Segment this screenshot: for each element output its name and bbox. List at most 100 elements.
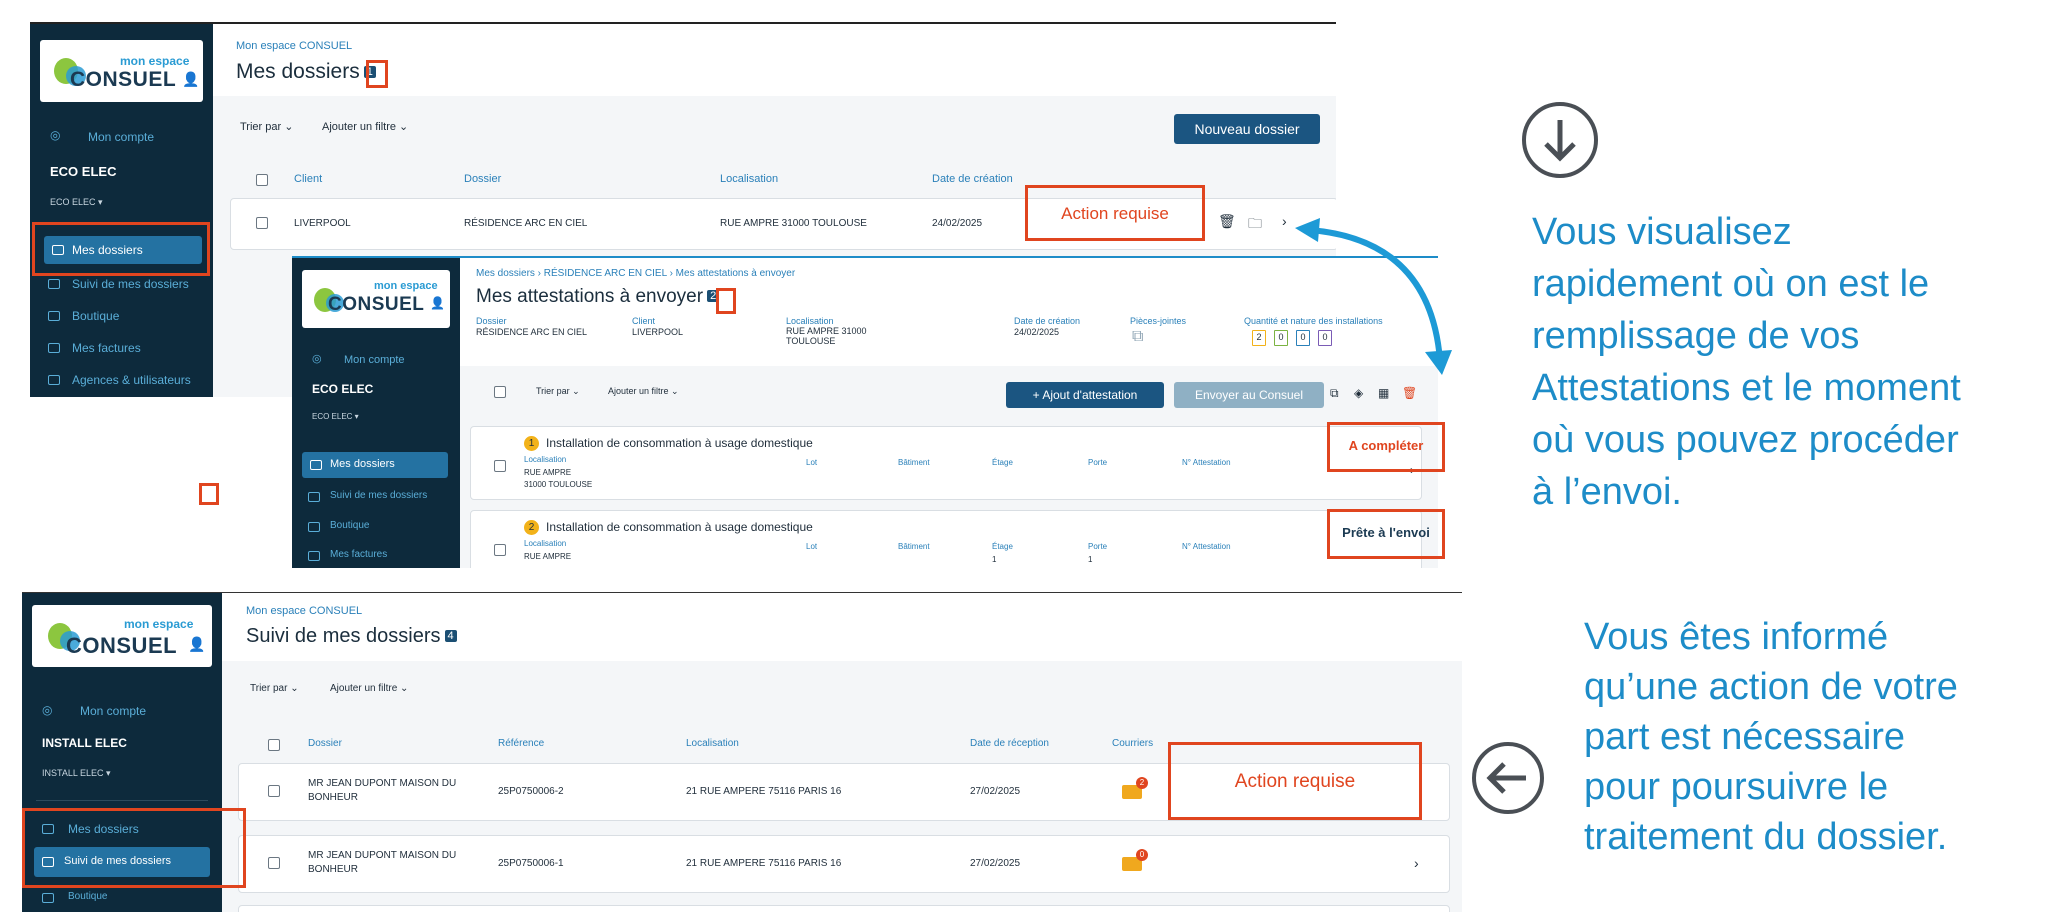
sidebar-company-select[interactable]: ECO ELEC ▾ [50, 197, 103, 208]
sidebar-item-mes-dossiers[interactable]: Mes dossiers [302, 452, 448, 478]
row-reference: 25P0750006-1 [498, 858, 564, 869]
add-attestation-button[interactable]: + Ajout d'attestation [1006, 382, 1164, 408]
status-prete-envoi[interactable]: Prête à l'envoi [1330, 525, 1442, 540]
col-attestation: N° Attestation [1182, 458, 1231, 467]
attachments-icon[interactable]: ⧉ [1132, 328, 1143, 346]
account-icon: ◎ [42, 703, 53, 717]
meta-client-label: Client [632, 316, 656, 326]
user-icon: 👤 [188, 636, 206, 652]
mail-count-badge: 0 [1136, 849, 1148, 861]
user-icon: 👤 [182, 71, 200, 87]
breadcrumb[interactable]: Mon espace CONSUEL [246, 605, 362, 617]
table-row[interactable] [238, 835, 1450, 893]
col-lot: Lot [806, 542, 818, 551]
row-checkbox[interactable] [494, 460, 506, 472]
count-doc-icon: 2 [1252, 330, 1266, 346]
meta-attachments-label: Pièces-jointes [1130, 316, 1187, 326]
col-attestation: N° Attestation [1182, 542, 1231, 551]
send-to-consuel-button[interactable]: Envoyer au Consuel [1174, 382, 1324, 408]
sort-dropdown[interactable]: Trier par ⌄ [536, 386, 580, 397]
sidebar-item-boutique[interactable]: Boutique [68, 891, 107, 902]
filter-dropdown[interactable]: Ajouter un filtre ⌄ [608, 386, 679, 397]
arrow-left-circle-icon [1472, 742, 1544, 814]
consuel-logo: mon espace CONSUEL 👤 [302, 270, 450, 328]
logo-wordmark: CONSUEL [70, 68, 177, 91]
col-date-reception[interactable]: Date de réception [970, 738, 1049, 749]
filter-dropdown[interactable]: Ajouter un filtre ⌄ [330, 683, 408, 694]
sidebar-company-select[interactable]: INSTALL ELEC ▾ [42, 768, 111, 779]
highlight-sidebar-mes-dossiers [32, 222, 210, 276]
chevron-right-icon[interactable]: › [1282, 213, 1287, 229]
row-date: 24/02/2025 [932, 218, 983, 229]
chevron-right-icon[interactable]: › [1414, 855, 1419, 871]
action-required-label: Action requise [1061, 204, 1169, 223]
sidebar-item-boutique[interactable]: Boutique [72, 309, 119, 323]
sidebar-account[interactable]: Mon compte [344, 354, 405, 366]
row-dossier-line1: MR JEAN DUPONT MAISON DU [308, 850, 457, 861]
sidebar-item-boutique[interactable]: Boutique [330, 520, 369, 531]
row-checkbox[interactable] [256, 217, 268, 229]
row-loc-line2: 31000 TOULOUSE [524, 480, 593, 489]
col-localisation[interactable]: Localisation [686, 738, 739, 749]
new-dossier-button[interactable]: Nouveau dossier [1174, 114, 1320, 144]
col-dossier[interactable]: Dossier [464, 173, 501, 185]
sidebar-company: ECO ELEC [50, 164, 117, 179]
col-etage: Étage [992, 542, 1013, 551]
col-dossier[interactable]: Dossier [308, 738, 342, 749]
sidebar-company-select[interactable]: ECO ELEC ▾ [312, 412, 359, 421]
highlight-marker [199, 483, 219, 505]
sort-dropdown[interactable]: Trier par ⌄ [250, 683, 299, 694]
select-all-checkbox[interactable] [268, 739, 280, 751]
row-checkbox[interactable] [494, 544, 506, 556]
panel-mes-attestations: mon espace CONSUEL 👤 ◎ Mon compte ECO EL… [292, 256, 1438, 568]
folder-icon[interactable]: 🗀 [1248, 213, 1262, 237]
sidebar-account[interactable]: Mon compte [88, 130, 154, 144]
logo-wordmark: CONSUEL [66, 633, 178, 658]
col-courriers[interactable]: Courriers [1112, 738, 1153, 749]
meta-date-label: Date de création [1014, 316, 1081, 326]
trash-icon[interactable]: 🗑 [1402, 386, 1417, 400]
meta-dossier-value: RÉSIDENCE ARC EN CIEL [476, 327, 588, 337]
col-client[interactable]: Client [294, 173, 322, 185]
col-reference[interactable]: Référence [498, 738, 544, 749]
sidebar-company: ECO ELEC [312, 382, 374, 396]
select-all-checkbox[interactable] [256, 174, 268, 186]
col-lot: Lot [806, 458, 818, 467]
account-icon: ◎ [312, 353, 322, 365]
row-loc-line1: RUE AMPRE [524, 552, 572, 561]
row-dossier: RÉSIDENCE ARC EN CIEL [464, 218, 588, 229]
col-date[interactable]: Date de création [932, 173, 1013, 185]
select-all-checkbox[interactable] [494, 386, 506, 398]
col-localisation[interactable]: Localisation [720, 173, 778, 185]
sidebar-item-factures[interactable]: Mes factures [72, 341, 141, 355]
row-loc-label: Localisation [524, 539, 567, 548]
sidebar-item-factures[interactable]: Mes factures [330, 549, 387, 560]
copy-icon[interactable]: ⧉ [1330, 386, 1339, 401]
status-a-completer[interactable]: A compléter [1330, 438, 1442, 453]
logo-wordmark: CONSUEL [328, 294, 425, 315]
sidebar-item-suivi[interactable]: Suivi de mes dossiers [72, 277, 189, 291]
sidebar-company: INSTALL ELEC [42, 736, 127, 750]
row-number-badge: 2 [524, 520, 539, 535]
folder-icon [310, 460, 322, 470]
col-porte: Porte [1088, 458, 1108, 467]
trash-icon[interactable]: 🗑 [1218, 213, 1236, 230]
tracking-icon [48, 279, 60, 289]
filter-dropdown[interactable]: Ajouter un filtre ⌄ [322, 120, 408, 133]
breadcrumb[interactable]: Mon espace CONSUEL [236, 40, 352, 52]
step-badge: 4 [444, 630, 457, 642]
sidebar-item-suivi[interactable]: Suivi de mes dossiers [330, 490, 427, 501]
row-checkbox[interactable] [268, 857, 280, 869]
row-checkbox[interactable] [268, 785, 280, 797]
table-icon[interactable]: ▦ [1378, 386, 1389, 400]
explanation-text-1: Vous visualisez rapidement où on est le re… [1532, 211, 1961, 513]
breadcrumb[interactable]: Mes dossiers › RÉSIDENCE ARC EN CIEL › M… [476, 268, 795, 279]
layers-icon[interactable]: ◈ [1354, 386, 1363, 400]
sidebar-account[interactable]: Mon compte [80, 704, 146, 718]
sidebar-item-agences[interactable]: Agences & utilisateurs [72, 373, 191, 387]
sort-dropdown[interactable]: Trier par ⌄ [240, 120, 293, 133]
highlight-badge-1 [366, 60, 388, 88]
attestation-row[interactable] [470, 510, 1422, 568]
consuel-logo: mon espace CONSUEL 👤 [40, 40, 203, 102]
row-title: Installation de consommation à usage dom… [546, 520, 813, 534]
